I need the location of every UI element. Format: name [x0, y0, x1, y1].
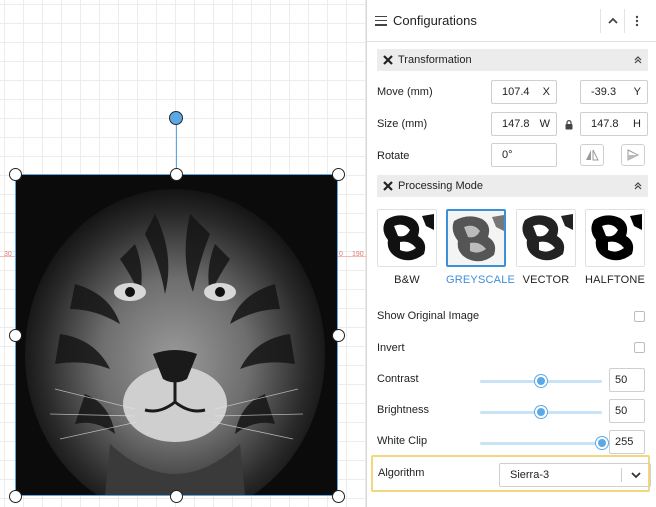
rotate-label: Rotate — [377, 150, 410, 162]
resize-handle-top[interactable] — [170, 168, 183, 181]
algorithm-value: Sierra-3 — [510, 469, 550, 481]
lock-icon[interactable] — [565, 120, 573, 130]
mode-bw[interactable]: B&W — [377, 209, 437, 286]
rotate-handle[interactable] — [169, 111, 183, 125]
move-x-field[interactable]: 107.4 X — [491, 80, 557, 104]
resize-handle-bottom[interactable] — [170, 490, 183, 503]
menu-icon[interactable] — [375, 15, 387, 26]
ruler-label-right: 190 — [352, 251, 364, 258]
workspace-canvas[interactable]: 30 0 190 — [0, 0, 366, 507]
resize-handle-left[interactable] — [9, 329, 22, 342]
move-x-value: 107.4 — [502, 86, 530, 98]
algorithm-label: Algorithm — [378, 467, 425, 479]
algorithm-select[interactable]: Sierra-3 — [499, 463, 651, 487]
size-height-value: 147.8 — [591, 118, 619, 130]
move-label: Move (mm) — [377, 86, 433, 98]
mode-halftone[interactable]: HALFTONE — [585, 209, 645, 286]
size-width-unit: W — [539, 118, 550, 130]
contrast-slider-handle[interactable] — [535, 375, 547, 387]
ruler-label-mid: 0 — [339, 251, 343, 258]
ruler-label-left: 30 — [4, 251, 12, 258]
flip-vertical-icon — [627, 149, 640, 161]
mode-greyscale[interactable]: GREYSCALE — [446, 209, 516, 286]
mode-halftone-label: HALFTONE — [585, 274, 646, 286]
white-clip-slider-handle[interactable] — [596, 437, 608, 449]
contrast-label: Contrast — [377, 373, 419, 385]
processing-icon — [383, 181, 393, 191]
brightness-row: Brightness — [377, 404, 648, 416]
mode-vector-thumbnail — [516, 209, 576, 267]
white-clip-label: White Clip — [377, 435, 428, 447]
mode-bw-label: B&W — [394, 274, 420, 286]
panel-title: Configurations — [393, 13, 477, 28]
transform-icon — [383, 55, 393, 65]
move-y-field[interactable]: -39.3 Y — [580, 80, 648, 104]
move-y-unit: Y — [633, 86, 641, 98]
white-clip-input[interactable]: 255 — [609, 430, 645, 454]
show-original-label: Show Original Image — [377, 310, 480, 322]
rotate-value: 0° — [502, 149, 513, 161]
brightness-input[interactable]: 50 — [609, 399, 645, 423]
processing-mode-options: B&W GREYSCALE VECTOR HALFTONE — [377, 209, 656, 289]
chevron-down-icon[interactable] — [622, 471, 650, 479]
brightness-slider[interactable] — [480, 406, 602, 418]
algorithm-row: Algorithm Sierra-3 — [371, 455, 651, 492]
mode-greyscale-thumbnail — [446, 209, 506, 267]
chevron-up-icon — [607, 17, 618, 24]
tiger-image[interactable] — [15, 174, 338, 496]
rotation-guide-line — [176, 125, 177, 174]
size-width-field[interactable]: 147.8 W — [491, 112, 557, 136]
size-label: Size (mm) — [377, 118, 428, 130]
contrast-row: Contrast — [377, 373, 648, 385]
rotate-field[interactable]: 0° — [491, 143, 557, 167]
flip-vertical-button[interactable] — [621, 144, 645, 166]
resize-handle-right[interactable] — [332, 329, 345, 342]
show-original-row: Show Original Image — [377, 310, 648, 322]
size-height-field[interactable]: 147.8 H — [580, 112, 648, 136]
resize-handle-top-right[interactable] — [332, 168, 345, 181]
processing-mode-title: Processing Mode — [398, 180, 483, 192]
transformation-title: Transformation — [398, 54, 472, 66]
more-options-button[interactable] — [624, 8, 648, 33]
move-y-value: -39.3 — [591, 86, 617, 98]
mode-halftone-thumbnail — [585, 209, 645, 267]
mode-greyscale-label: GREYSCALE — [446, 274, 516, 286]
mode-vector[interactable]: VECTOR — [516, 209, 576, 286]
transformation-section-header[interactable]: Transformation — [377, 49, 648, 71]
white-clip-slider[interactable] — [480, 437, 608, 449]
flip-horizontal-icon — [586, 149, 599, 161]
resize-handle-bottom-right[interactable] — [332, 490, 345, 503]
contrast-input[interactable]: 50 — [609, 368, 645, 392]
mode-bw-thumbnail — [377, 209, 437, 267]
brightness-slider-handle[interactable] — [535, 406, 547, 418]
resize-handle-top-left[interactable] — [9, 168, 22, 181]
size-width-value: 147.8 — [502, 118, 530, 130]
size-height-unit: H — [633, 118, 641, 130]
processing-mode-section-header[interactable]: Processing Mode — [377, 175, 648, 197]
invert-row: Invert — [377, 342, 648, 354]
invert-label: Invert — [377, 342, 405, 354]
double-chevron-up-icon — [634, 182, 642, 190]
invert-checkbox[interactable] — [634, 342, 645, 353]
contrast-slider[interactable] — [480, 375, 602, 387]
more-vertical-icon — [635, 15, 638, 26]
double-chevron-up-icon — [634, 56, 642, 64]
move-x-unit: X — [542, 86, 550, 98]
show-original-checkbox[interactable] — [634, 311, 645, 322]
flip-horizontal-button[interactable] — [580, 144, 604, 166]
brightness-label: Brightness — [377, 404, 429, 416]
resize-handle-bottom-left[interactable] — [9, 490, 22, 503]
mode-vector-label: VECTOR — [522, 274, 570, 286]
collapse-panel-button[interactable] — [600, 8, 624, 33]
configurations-panel: Configurations Transformation Move (mm) … — [366, 0, 656, 507]
panel-header: Configurations — [367, 0, 656, 42]
